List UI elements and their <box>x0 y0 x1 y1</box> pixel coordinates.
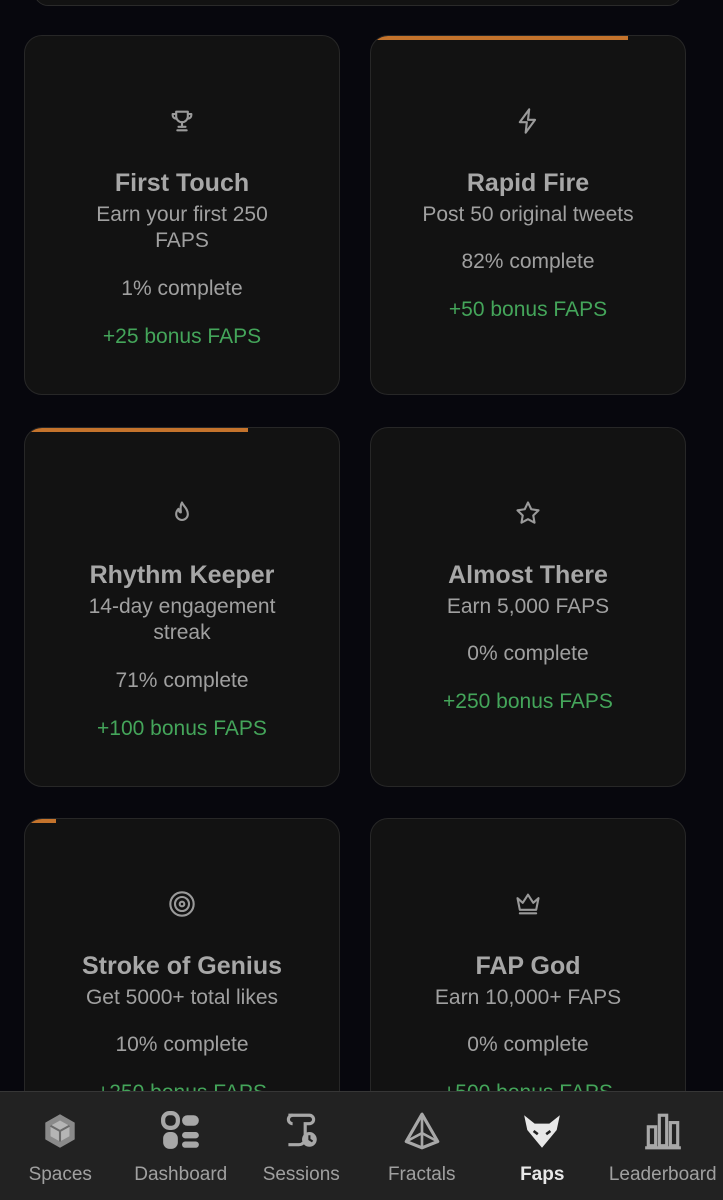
nav-item-leaderboard[interactable]: Leaderboard <box>603 1092 723 1200</box>
achievement-title: FAP God <box>475 952 581 980</box>
bar-chart-icon <box>644 1113 681 1150</box>
achievements-grid: First Touch Earn your first 250 FAPS 1% … <box>0 0 723 1200</box>
achievement-bonus: +100 bonus FAPS <box>97 717 267 740</box>
achievement-progress: 0% complete <box>467 642 589 665</box>
pyramid-icon <box>404 1112 440 1150</box>
bottom-navigation: Spaces Dashboard Sessions Fractals Faps … <box>0 1091 723 1200</box>
nav-item-dashboard[interactable]: Dashboard <box>121 1092 242 1200</box>
progress-bar <box>371 36 629 40</box>
achievement-description: Get 5000+ total likes <box>85 986 279 1009</box>
dashboard-grid-icon <box>160 1111 199 1149</box>
progress-bar <box>25 819 57 823</box>
star-icon <box>513 498 543 528</box>
progress-bar <box>25 428 248 432</box>
fox-icon <box>524 1115 561 1148</box>
achievement-progress: 82% complete <box>461 250 595 273</box>
nav-label: Leaderboard <box>608 1164 717 1185</box>
nav-label: Fractals <box>387 1164 456 1185</box>
nav-label: Dashboard <box>134 1164 228 1185</box>
achievement-card-first-touch[interactable]: First Touch Earn your first 250 FAPS 1% … <box>24 35 340 395</box>
progress-bar <box>25 36 29 40</box>
lightning-icon <box>513 106 543 136</box>
nav-label: Spaces <box>28 1164 92 1185</box>
achievement-title: First Touch <box>114 169 250 197</box>
nav-label: Sessions <box>262 1164 340 1185</box>
flame-icon <box>167 498 197 528</box>
achievement-card-almost-there[interactable]: Almost There Earn 5,000 FAPS 0% complete… <box>370 427 686 787</box>
achievement-progress: 1% complete <box>121 277 243 300</box>
achievement-bonus: +50 bonus FAPS <box>448 298 608 321</box>
achievement-progress: 71% complete <box>115 669 249 692</box>
achievement-card-rapid-fire[interactable]: Rapid Fire Post 50 original tweets 82% c… <box>370 35 686 395</box>
sessions-icon <box>287 1113 317 1147</box>
achievement-bonus: +250 bonus FAPS <box>443 690 613 713</box>
achievement-title: Rapid Fire <box>466 169 590 197</box>
achievement-description: Earn 5,000 FAPS <box>446 595 610 618</box>
trophy-icon <box>167 106 197 136</box>
achievement-title: Stroke of Genius <box>81 952 283 980</box>
target-icon <box>167 889 197 919</box>
nav-item-fractals[interactable]: Fractals <box>362 1092 483 1200</box>
achievement-description: 14-day engagement streak <box>88 595 276 644</box>
nav-item-faps[interactable]: Faps <box>482 1092 603 1200</box>
achievement-description: Post 50 original tweets <box>422 203 634 226</box>
achievement-card-rhythm-keeper[interactable]: Rhythm Keeper 14-day engagement streak 7… <box>24 427 340 787</box>
nav-item-spaces[interactable]: Spaces <box>0 1092 121 1200</box>
achievement-bonus: +25 bonus FAPS <box>102 325 262 348</box>
achievement-description: Earn 10,000+ FAPS <box>434 986 622 1009</box>
nav-label: Faps <box>520 1164 565 1185</box>
nav-item-sessions[interactable]: Sessions <box>241 1092 362 1200</box>
achievement-progress: 10% complete <box>115 1033 249 1056</box>
achievement-title: Rhythm Keeper <box>89 561 275 589</box>
achievement-description: Earn your first 250 FAPS <box>96 203 268 252</box>
cube-icon <box>45 1114 75 1148</box>
achievement-progress: 0% complete <box>467 1033 589 1056</box>
crown-icon <box>513 889 543 919</box>
achievement-title: Almost There <box>448 561 608 589</box>
